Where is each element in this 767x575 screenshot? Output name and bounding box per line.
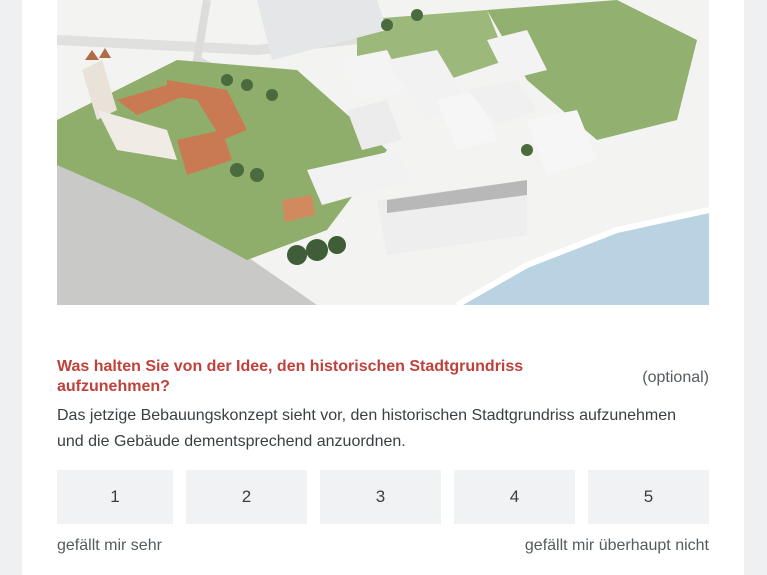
rating-option-5[interactable]: 5	[588, 470, 709, 524]
rating-scale: 1 2 3 4 5	[57, 470, 709, 524]
survey-card: Was halten Sie von der Idee, den histori…	[22, 0, 744, 575]
question-title: Was halten Sie von der Idee, den histori…	[57, 358, 524, 395]
scale-max-label: gefällt mir überhaupt nicht	[524, 537, 709, 554]
question-description: Das jetzige Bebauungskonzept sieht vor, …	[57, 407, 677, 450]
rating-option-4[interactable]: 4	[454, 470, 575, 524]
optional-label: (optional)	[642, 369, 709, 386]
rating-option-1[interactable]: 1	[57, 470, 173, 524]
rating-option-2[interactable]: 2	[186, 470, 307, 524]
scale-min-label: gefällt mir sehr	[57, 537, 162, 554]
site-plan-image	[57, 0, 709, 305]
rating-option-3[interactable]: 3	[320, 470, 441, 524]
